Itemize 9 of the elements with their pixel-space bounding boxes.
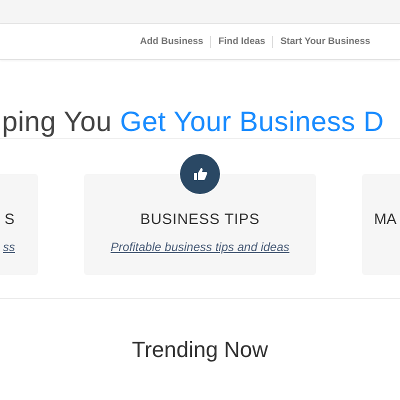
section-title: Trending Now [130, 337, 270, 363]
card-title: MA [374, 211, 398, 228]
nav-link[interactable]: Start Your Business [280, 36, 370, 47]
nav-link[interactable]: Find Ideas [218, 36, 266, 47]
card-title: S [3, 211, 15, 228]
card-link[interactable]: Profitable business tips and ideas [110, 240, 290, 254]
card-title: BUSINESS TIPS [139, 211, 261, 228]
nav-link[interactable]: Add Business [140, 36, 204, 47]
card-link[interactable]: ss [3, 240, 15, 254]
